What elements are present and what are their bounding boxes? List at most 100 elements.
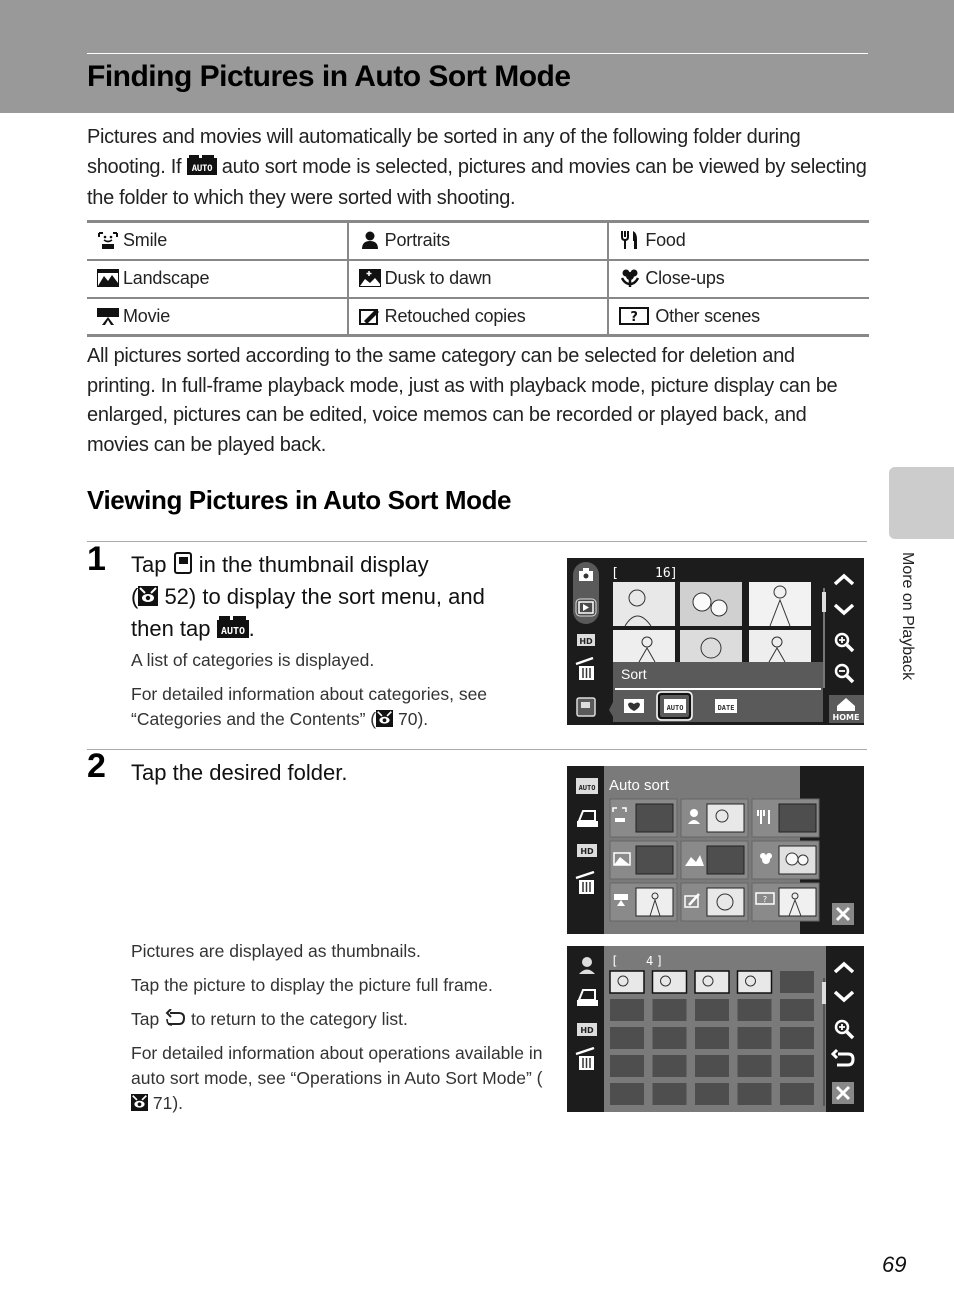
empty-thumbnail-slot <box>780 999 814 1021</box>
svg-text:HD: HD <box>580 847 594 856</box>
counter-bracket: ] <box>656 954 663 968</box>
thumbnail[interactable] <box>609 970 645 994</box>
dusk-to-dawn-icon <box>358 269 381 287</box>
note-text: 70). <box>393 709 429 729</box>
step-2-note-reference: For detailed information about operation… <box>131 1041 551 1118</box>
category-tile-dusk-to-dawn[interactable] <box>680 840 749 880</box>
other-scenes-icon: ? <box>619 306 651 325</box>
scroll-up-icon[interactable] <box>833 961 855 974</box>
print-icon[interactable] <box>577 989 598 1006</box>
note-text: Tap <box>131 1009 165 1029</box>
print-icon[interactable] <box>577 810 598 827</box>
category-label: Movie <box>123 305 171 326</box>
zoom-in-icon[interactable] <box>834 1019 855 1040</box>
sort-favorites-button[interactable] <box>624 699 644 713</box>
description-paragraph: All pictures sorted according to the sam… <box>87 345 838 456</box>
close-button[interactable] <box>832 1082 854 1104</box>
note-text: For detailed information about operation… <box>131 1043 543 1088</box>
thumbnail[interactable] <box>651 970 688 994</box>
chapter-label: More on Playback <box>899 552 916 681</box>
category-label: Dusk to dawn <box>384 268 492 288</box>
category-tile-retouched-copies[interactable] <box>680 882 749 922</box>
category-cell: Retouched copies <box>346 296 609 336</box>
empty-thumbnail-slot <box>610 1083 644 1105</box>
retouched-copies-icon <box>358 307 381 325</box>
thumbnail[interactable] <box>694 970 730 994</box>
scrollbar-thumb[interactable] <box>822 592 826 612</box>
empty-thumbnail-slot <box>695 1027 729 1049</box>
category-label: Smile <box>123 230 168 251</box>
category-cell: Portraits <box>346 221 609 260</box>
portraits-icon <box>579 957 595 974</box>
scroll-down-icon[interactable] <box>833 603 855 616</box>
sort-popup: Sort AUTO DATE <box>609 662 823 722</box>
thumbnail[interactable] <box>736 970 773 994</box>
return-icon <box>164 1008 186 1034</box>
step-text: Tap <box>131 552 173 577</box>
thumbnail[interactable] <box>749 582 811 626</box>
category-tile-portraits[interactable] <box>680 798 749 838</box>
thumbnail[interactable] <box>680 630 742 662</box>
empty-thumbnail-slot <box>652 999 687 1021</box>
page-reference-icon <box>138 584 159 614</box>
return-icon[interactable] <box>830 1048 855 1067</box>
category-tile-smile[interactable] <box>609 798 678 838</box>
camera-screen-category-thumbnails: HD [ 4 ] <box>567 946 864 1112</box>
delete-icon[interactable] <box>575 656 594 680</box>
close-button[interactable] <box>832 903 854 925</box>
sort-menu-icon[interactable] <box>576 697 596 717</box>
camera-screen-thumbnail-sort: HD [ 16 ] HOME Sort AUTO DATE <box>567 558 864 725</box>
svg-text:HD: HD <box>580 1026 594 1035</box>
svg-text:HD: HD <box>579 637 593 646</box>
thumbnail-grid <box>613 582 811 663</box>
empty-thumbnail-slot <box>780 1055 814 1077</box>
delete-icon[interactable] <box>575 1046 595 1070</box>
scroll-down-icon[interactable] <box>833 990 855 1003</box>
hd-icon[interactable]: HD <box>577 844 597 857</box>
step-text: 52) to display the sort menu, and <box>158 584 485 609</box>
category-tile-landscape[interactable] <box>609 840 678 880</box>
categories-table: Smile Portraits Food Landscape Dusk to d… <box>87 220 869 337</box>
hd-icon[interactable]: HD <box>577 1023 597 1036</box>
empty-thumbnail-slot <box>652 1055 687 1077</box>
step-text: then tap <box>131 616 217 641</box>
svg-text:AUTO: AUTO <box>191 164 212 174</box>
step-1-instruction: Tap in the thumbnail display ( 52) to di… <box>131 550 485 646</box>
note-text: to return to the category list. <box>186 1009 408 1029</box>
table-row: Movie Retouched copies ? Other scenes <box>87 296 869 336</box>
picture-counter: 16 <box>655 566 671 581</box>
step-text: . <box>248 616 255 641</box>
empty-thumbnail-slot <box>695 1083 729 1105</box>
thumbnail[interactable] <box>613 582 675 626</box>
scroll-up-icon[interactable] <box>833 573 855 586</box>
category-tile-close-ups[interactable] <box>751 840 820 880</box>
thumbnail-grid <box>609 970 814 1105</box>
counter-bracket: [ <box>611 954 618 968</box>
header-band <box>0 0 954 113</box>
sort-date-button[interactable]: DATE <box>715 699 737 713</box>
movie-icon <box>97 307 119 325</box>
empty-thumbnail-slot <box>737 999 772 1021</box>
table-row: Landscape Dusk to dawn Close-ups <box>87 258 869 298</box>
counter-bracket: [ <box>611 566 619 581</box>
category-tile-other-scenes[interactable]: ? <box>751 882 820 922</box>
category-label: Close-ups <box>645 268 725 288</box>
auto-sort-icon: AUTO <box>576 778 598 794</box>
empty-thumbnail-slot <box>652 1027 687 1049</box>
delete-icon[interactable] <box>575 870 595 894</box>
category-tile-food[interactable] <box>751 798 820 838</box>
page-reference-icon <box>131 1093 148 1118</box>
category-cell: Smile <box>87 222 348 260</box>
playback-mode-icon[interactable] <box>575 598 597 617</box>
home-button[interactable]: HOME <box>829 695 864 723</box>
empty-thumbnail-slot <box>737 1083 772 1105</box>
zoom-in-icon[interactable] <box>834 632 855 653</box>
smile-icon <box>97 231 119 250</box>
scrollbar-thumb[interactable] <box>822 982 826 1004</box>
zoom-out-icon[interactable] <box>834 663 855 684</box>
page-title: Finding Pictures in Auto Sort Mode <box>87 60 571 93</box>
hd-icon[interactable]: HD <box>577 634 595 646</box>
category-label: Other scenes <box>655 305 760 326</box>
category-tile-movie[interactable] <box>609 882 678 922</box>
svg-text:AUTO: AUTO <box>221 626 245 637</box>
